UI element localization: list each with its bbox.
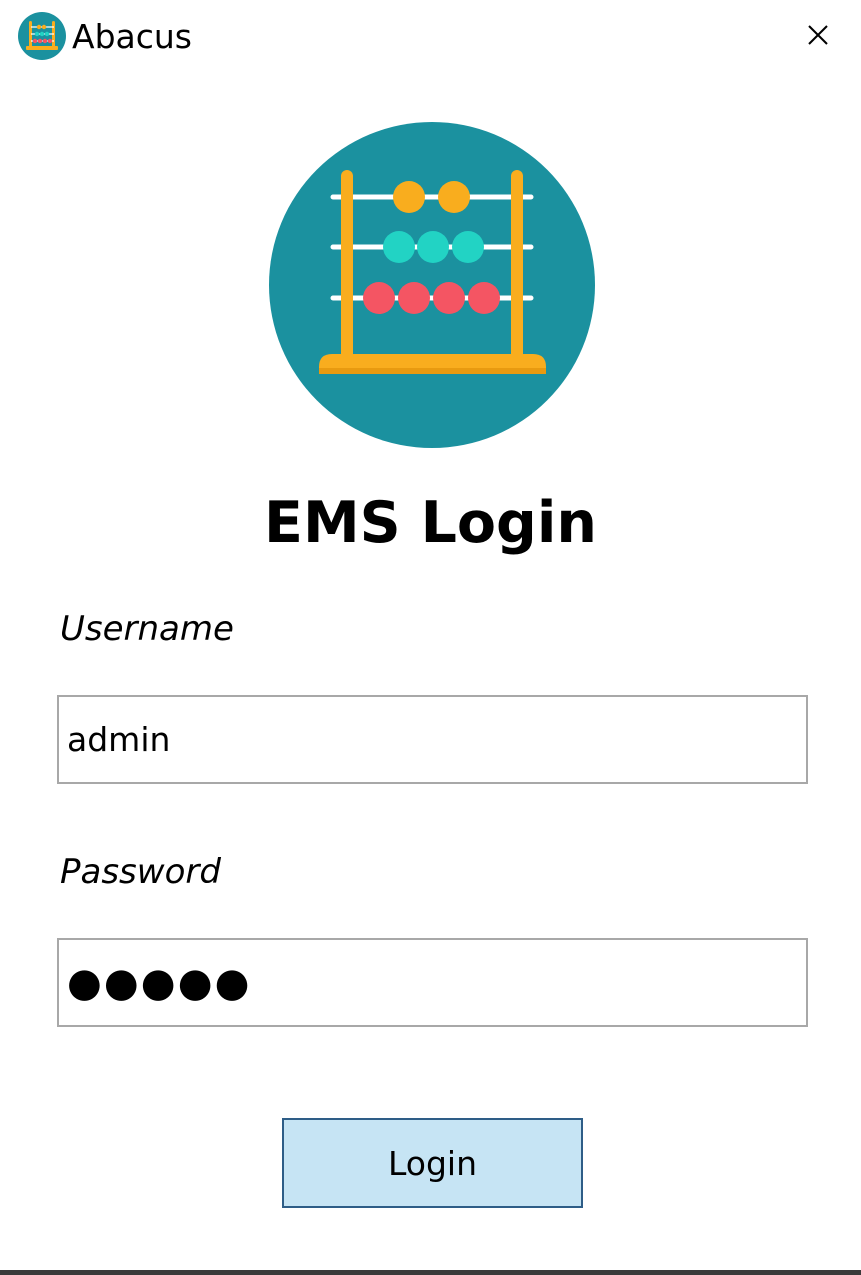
- password-value: ●●●●●: [67, 959, 252, 1006]
- password-label: Password: [60, 852, 221, 892]
- login-button[interactable]: Login: [282, 1118, 583, 1208]
- abacus-logo: [269, 122, 595, 448]
- password-input[interactable]: ●●●●●: [57, 938, 808, 1027]
- username-input[interactable]: admin: [57, 695, 808, 784]
- login-button-label: Login: [387, 1143, 478, 1183]
- close-icon: [808, 25, 828, 45]
- login-heading: EMS Login: [264, 490, 597, 556]
- close-button[interactable]: [793, 10, 843, 60]
- username-value: admin: [67, 720, 171, 759]
- title-bar: Abacus: [0, 0, 861, 72]
- window-title: Abacus: [72, 17, 192, 56]
- username-label: Username: [60, 609, 234, 649]
- login-window: Abacus EMS Login Username admin Password…: [0, 0, 861, 1275]
- abacus-icon: [18, 12, 66, 60]
- window-bottom-border: [0, 1270, 861, 1275]
